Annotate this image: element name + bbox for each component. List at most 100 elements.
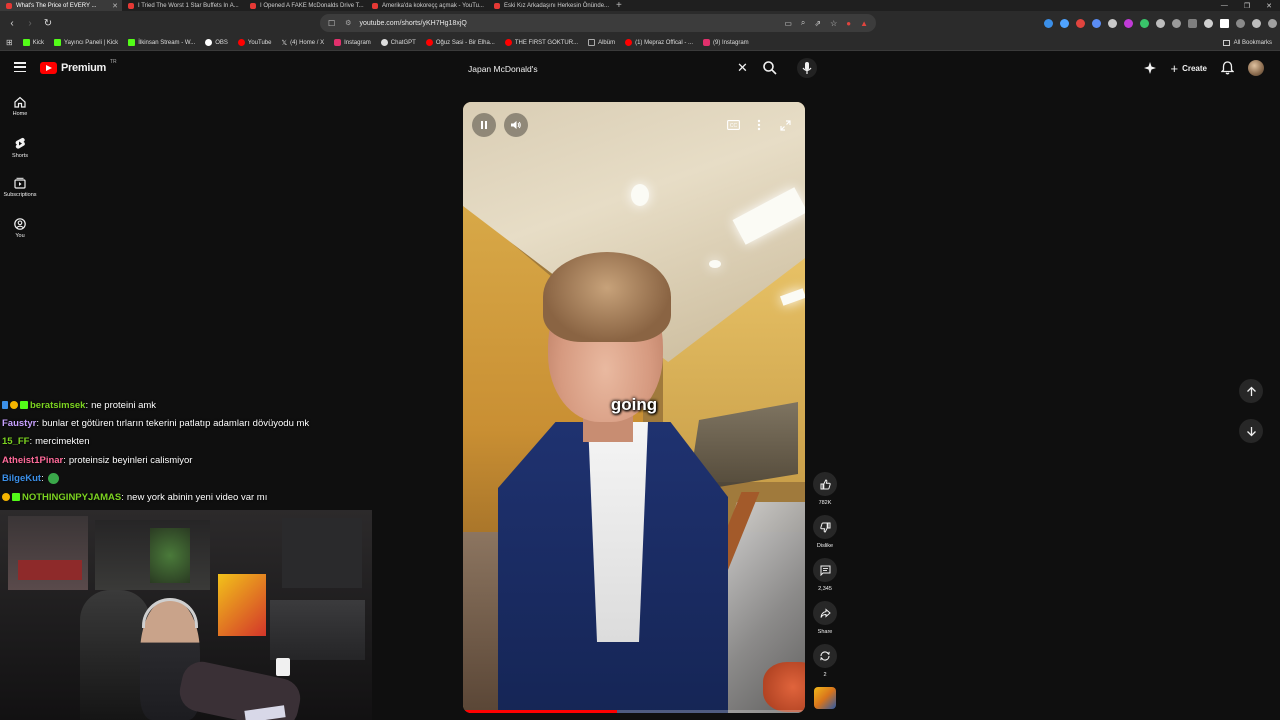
chat-message: Faustyr: bunlar et götüren tırların teke… [2, 414, 382, 432]
restore-icon[interactable]: ❐ [1244, 2, 1250, 10]
next-short-button[interactable] [1239, 419, 1263, 443]
bookmark-page-icon[interactable]: ☐ [328, 19, 335, 28]
remix-button[interactable]: 2 [812, 644, 838, 678]
like-count: 782K [818, 500, 832, 506]
menu-icon[interactable] [14, 62, 26, 72]
extension-icon[interactable] [1268, 18, 1277, 28]
extension-icon[interactable] [1172, 18, 1181, 28]
extension-icon[interactable] [1076, 18, 1085, 28]
site-info-icon[interactable]: ⚙ [345, 19, 351, 27]
browser-tab[interactable]: I Opened A FAKE McDonalds Drive T... [244, 0, 366, 11]
extension-icon[interactable]: ● [846, 19, 851, 28]
share-icon [820, 607, 831, 618]
chat-message: NOTHINGINPYJAMAS: new york abinin yeni v… [2, 488, 382, 506]
star-icon[interactable]: ☆ [830, 19, 837, 28]
bookmark-item[interactable]: İlkinsan Stream - W... [128, 39, 195, 46]
zoom-icon[interactable]: ⌕ [801, 18, 805, 28]
close-window-icon[interactable]: ✕ [1266, 2, 1272, 10]
shorts-video-player[interactable]: going CC [463, 102, 805, 713]
search-input[interactable]: Japan McDonald's [460, 57, 757, 81]
bookmark-label: (4) Home / X [290, 39, 325, 46]
gemini-sparkle-icon[interactable] [1143, 61, 1157, 75]
share-button[interactable]: Share [812, 601, 838, 635]
apps-grid-icon[interactable]: ⊞ [6, 38, 13, 47]
extension-icon[interactable] [1220, 18, 1229, 28]
bookmark-icon [128, 39, 136, 46]
extension-icon[interactable] [1252, 18, 1261, 28]
extension-icon[interactable] [1124, 18, 1133, 28]
tab-title: I Tried The Worst 1 Star Buffets In A... [138, 2, 239, 9]
like-button[interactable]: 782K [812, 472, 838, 506]
browser-tab[interactable]: What's The Price of EVERY ... ✕ [0, 0, 122, 11]
close-tab-icon[interactable]: ✕ [112, 2, 118, 10]
volume-button[interactable] [504, 113, 528, 137]
chat-badge-icon [12, 493, 20, 502]
comments-button[interactable]: 2,345 [812, 558, 838, 592]
create-button[interactable]: + Create [1171, 62, 1208, 75]
extension-icon[interactable] [1236, 18, 1245, 28]
channel-thumbnail[interactable] [814, 687, 836, 709]
subscriptions-icon [14, 177, 26, 189]
bookmark-item[interactable]: Kick [22, 39, 44, 46]
notifications-bell-icon[interactable] [1221, 61, 1234, 75]
pause-button[interactable] [472, 113, 496, 137]
bookmark-item[interactable]: 𝕏 (4) Home / X [281, 39, 324, 47]
bookmark-label: THE FIRST GOKTUR... [514, 39, 579, 46]
extension-icon[interactable] [1108, 18, 1117, 28]
extension-icon[interactable] [1156, 18, 1165, 28]
extension-icon[interactable] [1092, 18, 1101, 28]
chatgpt-icon [380, 39, 388, 46]
new-tab-icon[interactable]: + [610, 0, 628, 11]
more-options-button[interactable] [751, 117, 767, 133]
fullscreen-button[interactable] [777, 117, 793, 133]
extension-icon[interactable] [1188, 18, 1197, 28]
avatar[interactable] [1248, 60, 1264, 76]
extension-icon[interactable] [1060, 18, 1069, 28]
youtube-premium-logo[interactable]: Premium TR [40, 59, 117, 74]
previous-short-button[interactable] [1239, 379, 1263, 403]
browser-tab[interactable]: Amerika'da kokoreçç açmak - YouTu... [366, 0, 488, 11]
bookmark-item[interactable]: Albüm [588, 39, 615, 46]
voice-search-button[interactable] [797, 58, 817, 78]
chat-separator: : [36, 418, 39, 430]
dislike-button[interactable]: Dislike [812, 515, 838, 549]
guide-item-home[interactable]: Home [0, 96, 40, 117]
video-frame [631, 184, 649, 206]
browser-tab[interactable]: I Tried The Worst 1 Star Buffets In A... [122, 0, 244, 11]
bookmark-item[interactable]: Instagram [334, 39, 371, 46]
address-bar[interactable]: ☐ ⚙ youtube.com/shorts/yKH7Hg18xjQ ▭ ⌕ ⇗… [320, 14, 876, 32]
search-icon[interactable] [762, 60, 778, 76]
video-progress-bar[interactable] [463, 710, 805, 713]
forward-icon[interactable]: › [21, 18, 39, 29]
bookmark-icon [205, 39, 213, 46]
install-icon[interactable]: ▭ [784, 19, 792, 28]
bookmark-item[interactable]: THE FIRST GOKTUR... [504, 39, 579, 46]
bookmark-item[interactable]: (9) Instagram [703, 39, 749, 46]
bookmark-item[interactable]: YouTube [237, 39, 271, 46]
minimize-icon[interactable]: — [1221, 2, 1228, 9]
webcam-frame [270, 600, 365, 660]
back-icon[interactable]: ‹ [3, 18, 21, 29]
bookmark-item[interactable]: Yayıncı Paneli | Kick [54, 39, 118, 46]
bookmark-item[interactable]: OBS [205, 39, 228, 46]
bookmark-item[interactable]: Oğuz Sasi - Bir Elha... [425, 39, 495, 46]
guide-item-subscriptions[interactable]: Subscriptions [0, 177, 40, 198]
guide-item-shorts[interactable]: Shorts [0, 137, 40, 159]
extension-icon[interactable] [1140, 18, 1149, 28]
clear-search-icon[interactable]: ✕ [737, 60, 748, 76]
extension-icon[interactable] [1044, 18, 1053, 28]
extension-icon[interactable]: ▲ [860, 19, 868, 28]
more-vert-icon [757, 119, 761, 131]
extension-icon[interactable] [1204, 18, 1213, 28]
fullscreen-icon [779, 119, 791, 131]
search-query-text: Japan McDonald's [468, 64, 538, 74]
guide-item-you[interactable]: You [0, 218, 40, 239]
share-page-icon[interactable]: ⇗ [814, 19, 821, 28]
bookmark-item[interactable]: (1) Mepraz Offical - ... [625, 39, 693, 46]
browser-tab[interactable]: Eski Kız Arkadaşını Herkesin Önünde... [488, 0, 610, 11]
captions-button[interactable]: CC [725, 117, 741, 133]
you-icon [14, 218, 26, 230]
bookmark-item[interactable]: ChatGPT [380, 39, 416, 46]
reload-icon[interactable]: ↻ [39, 18, 57, 29]
all-bookmarks-button[interactable]: All Bookmarks [1222, 35, 1272, 51]
